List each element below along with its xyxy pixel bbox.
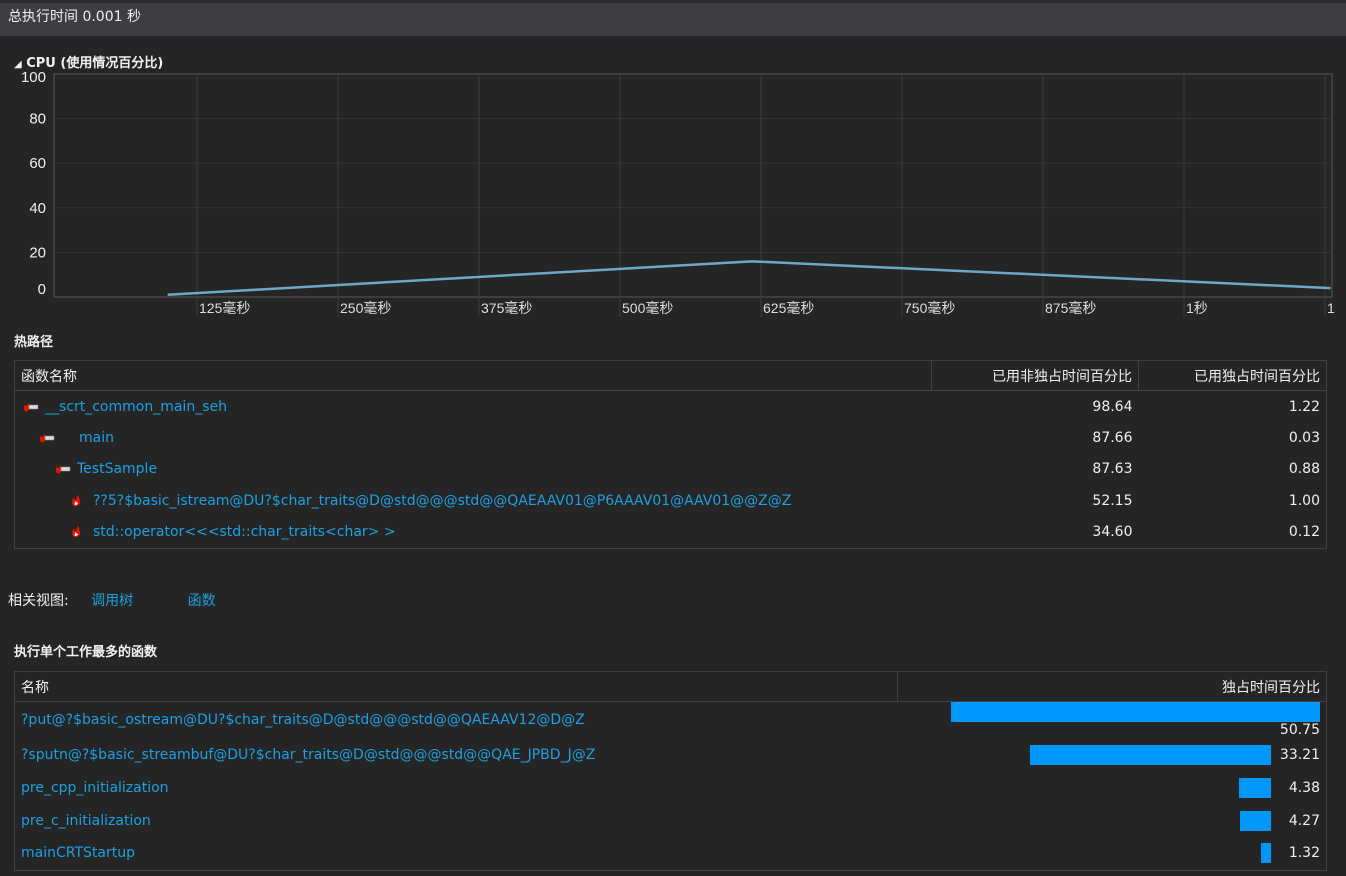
flame-icon [71,493,93,509]
x-tick-label: 500毫秒 [622,300,673,316]
col-function-name[interactable]: 函数名称 [14,360,932,391]
hot-path-icon [39,430,61,446]
x-tick-label: 1 [1327,300,1335,316]
total-time: 总执行时间 0.001 秒 [8,9,141,25]
topfuncs-title: 执行单个工作最多的函数 [14,645,158,660]
function-name[interactable]: ??5?$basic_istream@DU?$char_traits@D@std… [93,493,791,509]
exclusive-value: 4.27 [1288,812,1320,829]
hot-path-icon [23,399,45,415]
exclusive-value: 0.03 [1288,429,1320,446]
x-tick-label: 125毫秒 [199,300,250,316]
y-tick-label: 20 [29,244,46,261]
topfunc-row[interactable]: pre_cpp_initialization 4.38 [15,771,1327,804]
x-tick-label: 750毫秒 [904,300,955,316]
hotpath-row[interactable]: TestSample 87.63 0.88 [15,454,1327,486]
flame-icon [71,524,93,540]
topfunc-row[interactable]: mainCRTStartup 1.32 [15,837,1327,870]
inclusive-value: 34.60 [1092,524,1133,540]
topfunc-row[interactable]: ?sputn@?$basic_streambuf@DU?$char_traits… [15,738,1327,771]
col-exclusive[interactable]: 已用独占时间百分比 [1138,360,1327,391]
inclusive-value: 87.63 [1092,461,1133,478]
topfunc-row[interactable]: ?put@?$basic_ostream@DU?$char_traits@D@s… [15,702,1327,739]
exclusive-bar [1029,744,1271,765]
hotpath-row[interactable]: ??5?$basic_istream@DU?$char_traits@D@std… [15,485,1327,517]
inclusive-value: 87.66 [1092,429,1133,446]
link-functions[interactable]: 函数 [188,593,216,609]
inclusive-value: 98.64 [1092,398,1133,415]
col-inclusive[interactable]: 已用非独占时间百分比 [931,360,1139,391]
exclusive-value: 50.75 [1279,722,1320,738]
topfuncs-table: 名称 独占时间百分比 ?put@?$basic_ostream@DU?$char… [14,671,1327,871]
header-bar: 总执行时间 0.001 秒 [0,0,1346,36]
function-name[interactable]: pre_c_initialization [15,804,898,837]
link-call-tree[interactable]: 调用树 [91,593,133,609]
hotpath-table: 函数名称 已用非独占时间百分比 已用独占时间百分比 __scrt_common_… [14,360,1327,549]
y-tick-label: 80 [29,111,46,128]
inclusive-value: 52.15 [1092,492,1133,509]
col-name[interactable]: 名称 [14,671,898,702]
x-tick-label: 625毫秒 [763,300,814,316]
hot-path-icon [55,461,77,477]
x-tick-label: 1秒 [1186,300,1208,316]
related-label: 相关视图: [8,593,69,609]
hotpath-row[interactable]: std::operator<<<std::char_traits<char> >… [15,517,1327,549]
hotpath-row[interactable]: __scrt_common_main_seh 98.64 1.22 [15,391,1327,423]
function-name[interactable]: main [79,430,114,446]
related-views: 相关视图: 调用树 函数 [8,590,216,610]
exclusive-value: 1.00 [1288,492,1320,509]
function-name[interactable]: pre_cpp_initialization [15,771,898,804]
y-tick-label: 0 [38,281,46,298]
function-name[interactable]: mainCRTStartup [15,837,898,870]
exclusive-value: 1.32 [1288,845,1320,862]
function-name[interactable]: ?put@?$basic_ostream@DU?$char_traits@D@s… [15,702,898,739]
exclusive-bar [951,702,1320,722]
x-tick-label: 375毫秒 [481,300,532,316]
topfunc-row[interactable]: pre_c_initialization 4.27 [15,804,1327,837]
function-name[interactable]: TestSample [77,461,157,477]
exclusive-value: 4.38 [1288,779,1320,796]
exclusive-bar [1239,810,1271,831]
x-tick-label: 875毫秒 [1045,300,1096,316]
function-name[interactable]: std::operator<<<std::char_traits<char> > [93,524,396,540]
y-tick-label: 40 [29,200,46,217]
hotpath-row[interactable]: main 87.66 0.03 [15,422,1327,454]
exclusive-value: 0.12 [1288,524,1320,540]
y-tick-label: 60 [29,155,46,172]
exclusive-value: 1.22 [1288,398,1320,415]
cpu-chart: 100 80 60 40 20 0 125毫秒 250毫秒 375毫秒 500毫秒 625毫秒 750… [21,69,1335,317]
exclusive-value: 0.88 [1288,461,1320,478]
hotpath-title: 热路径 [14,335,54,350]
x-tick-label: 250毫秒 [340,300,391,316]
col-exclusive-pct[interactable]: 独占时间百分比 [897,671,1327,702]
exclusive-bar [1239,777,1271,798]
exclusive-bar [1261,843,1271,864]
function-name[interactable]: ?sputn@?$basic_streambuf@DU?$char_traits… [15,738,898,771]
exclusive-value: 33.21 [1279,746,1320,763]
function-name[interactable]: __scrt_common_main_seh [45,399,227,415]
y-tick-label: 100 [21,69,46,86]
